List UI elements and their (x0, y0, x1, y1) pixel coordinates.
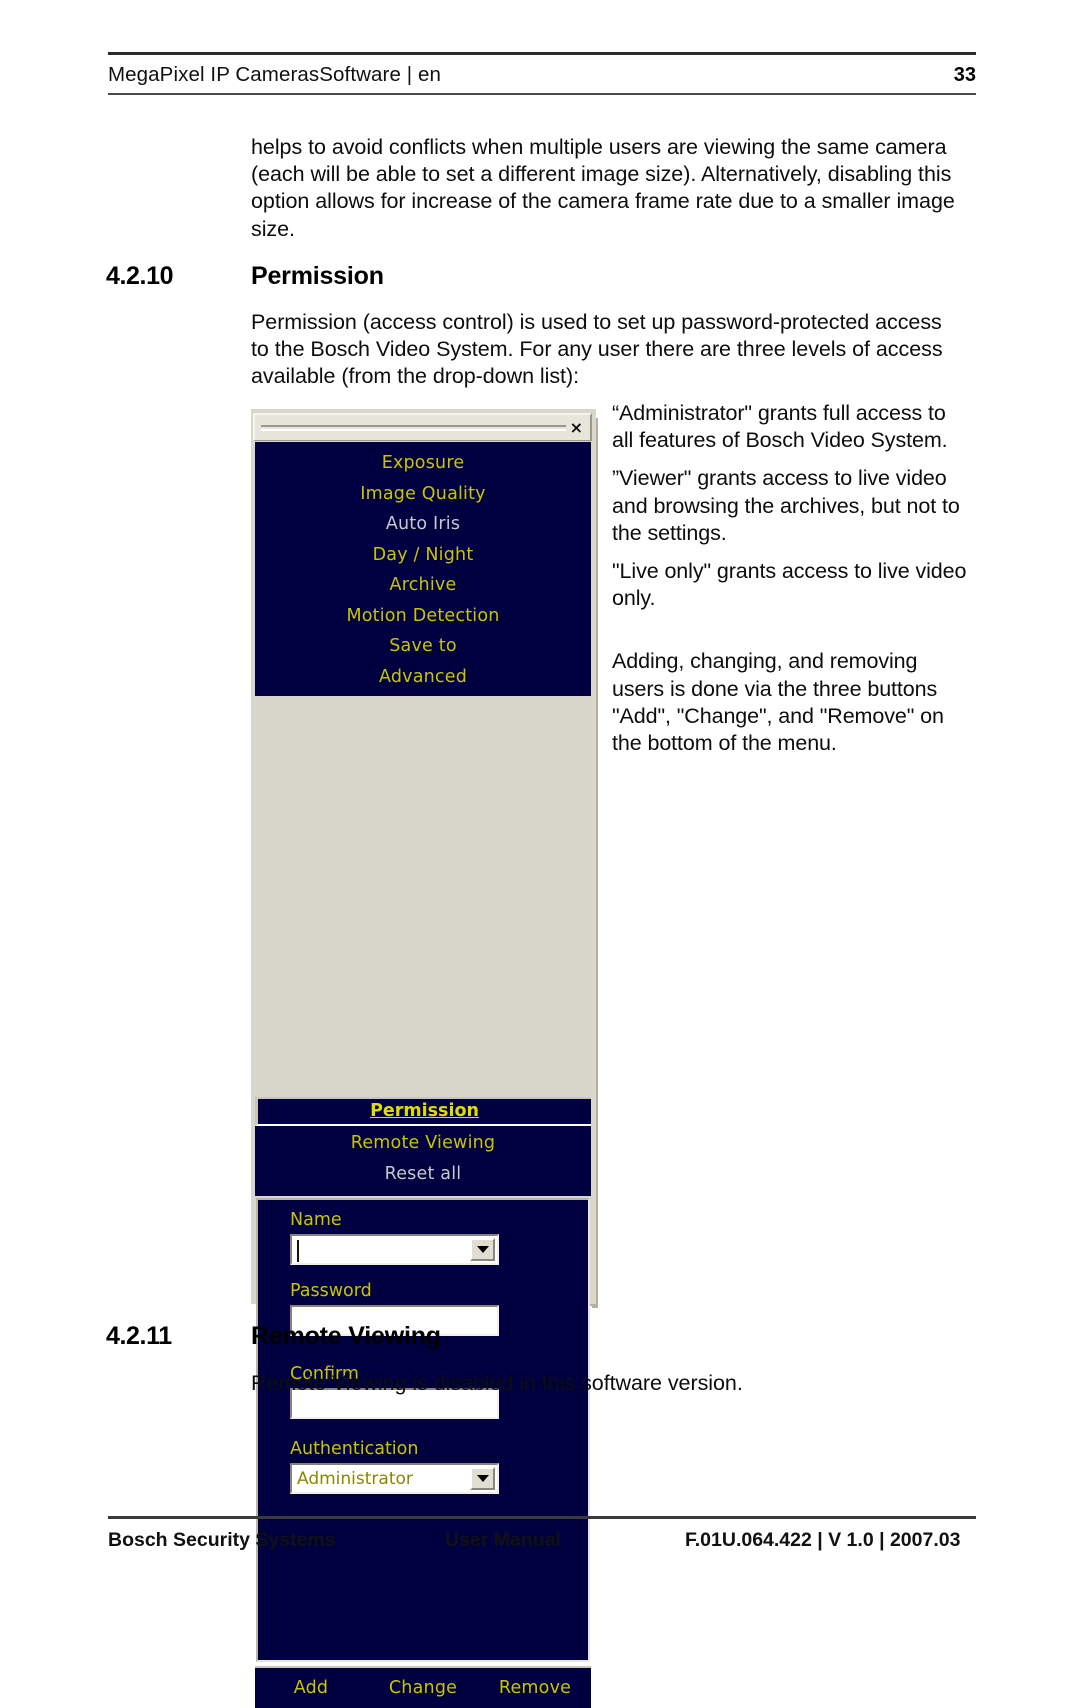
menu-item-advanced[interactable]: Advanced (255, 662, 591, 693)
section-heading-permission: 4.2.10 Permission (106, 262, 384, 291)
page-header: MegaPixel IP CamerasSoftware | en 33 (108, 52, 976, 95)
permission-intro: Permission (access control) is used to s… (251, 310, 943, 389)
permission-intro-wrap: Permission (access control) is used to s… (251, 309, 963, 397)
change-button[interactable]: Change (367, 1678, 479, 1698)
header-title: MegaPixel IP CamerasSoftware | en (108, 63, 441, 86)
chevron-down-icon (476, 1475, 489, 1482)
remote-viewing-intro: Remote Viewing is disabled in this softw… (251, 1371, 743, 1395)
menu-item-archive[interactable]: Archive (255, 570, 591, 601)
menu-item-auto-iris[interactable]: Auto Iris (255, 509, 591, 540)
name-label: Name (290, 1210, 342, 1230)
menu-item-image-quality[interactable]: Image Quality (255, 479, 591, 510)
settings-menu-bottom: Remote Viewing Reset all (255, 1126, 591, 1196)
authentication-value: Administrator (297, 1468, 413, 1489)
continued-paragraph: helps to avoid conflicts when multiple u… (251, 135, 955, 241)
note-buttons: Adding, changing, and removing users is … (612, 649, 944, 756)
header-page-number: 33 (953, 64, 976, 86)
authentication-dropdown-button[interactable] (470, 1467, 495, 1490)
header-row: MegaPixel IP CamerasSoftware | en 33 (108, 55, 976, 93)
authentication-select[interactable]: Administrator (290, 1463, 499, 1494)
menu-item-exposure[interactable]: Exposure (255, 448, 591, 479)
remove-button[interactable]: Remove (479, 1678, 591, 1698)
page-footer: Bosch Security Systems User Manual F.01U… (108, 1516, 976, 1552)
window-titlebar: × (253, 413, 592, 441)
remote-viewing-intro-wrap: Remote Viewing is disabled in this softw… (251, 1370, 963, 1403)
menu-item-permission-label: Permission (370, 1101, 479, 1121)
menu-item-save-to[interactable]: Save to (255, 631, 591, 662)
menu-item-remote-viewing[interactable]: Remote Viewing (255, 1128, 591, 1159)
note-viewer: ”Viewer" grants access to live video and… (612, 466, 960, 545)
form-button-bar: Add Change Remove (255, 1666, 591, 1708)
settings-menu-top: Exposure Image Quality Auto Iris Day / N… (255, 442, 591, 696)
name-dropdown-button[interactable] (470, 1238, 495, 1261)
menu-item-motion-detection[interactable]: Motion Detection (255, 601, 591, 632)
titlebar-groove (261, 424, 566, 431)
footer-row: Bosch Security Systems User Manual F.01U… (108, 1519, 976, 1552)
footer-docid: F.01U.064.422 | V 1.0 | 2007.03 (685, 1529, 961, 1551)
page-title: Remote Viewing (251, 1322, 441, 1350)
menu-item-day-night[interactable]: Day / Night (255, 540, 591, 571)
password-label: Password (290, 1281, 372, 1301)
menu-item-reset-all[interactable]: Reset all (255, 1159, 591, 1190)
authentication-label: Authentication (290, 1439, 419, 1459)
page-title: Permission (251, 262, 384, 290)
footer-company: Bosch Security Systems (108, 1529, 336, 1551)
name-input[interactable] (290, 1234, 499, 1265)
document-page: MegaPixel IP CamerasSoftware | en 33 hel… (0, 0, 1080, 1708)
note-administrator: “Administrator" grants full access to al… (612, 401, 948, 453)
permission-form-panel: Name Password Confirm Authentication Adm… (256, 1198, 590, 1662)
close-icon[interactable]: × (570, 419, 583, 436)
note-live-only: "Live only" grants access to live video … (612, 559, 967, 611)
chevron-down-icon (476, 1246, 489, 1253)
camera-settings-window: × Exposure Image Quality Auto Iris Day /… (251, 409, 596, 1708)
notes-column: “Administrator" grants full access to al… (612, 400, 972, 768)
menu-item-permission[interactable]: Permission (255, 1097, 591, 1126)
body-column: helps to avoid conflicts when multiple u… (251, 134, 963, 249)
header-rule-bottom (108, 93, 976, 95)
footer-doctype: User Manual (445, 1529, 561, 1551)
section-heading-remote-viewing: 4.2.11 Remote Viewing (106, 1322, 441, 1351)
section-number: 4.2.11 (106, 1322, 172, 1350)
text-caret (297, 1240, 299, 1262)
add-button[interactable]: Add (255, 1678, 367, 1698)
section-number: 4.2.10 (106, 262, 174, 290)
